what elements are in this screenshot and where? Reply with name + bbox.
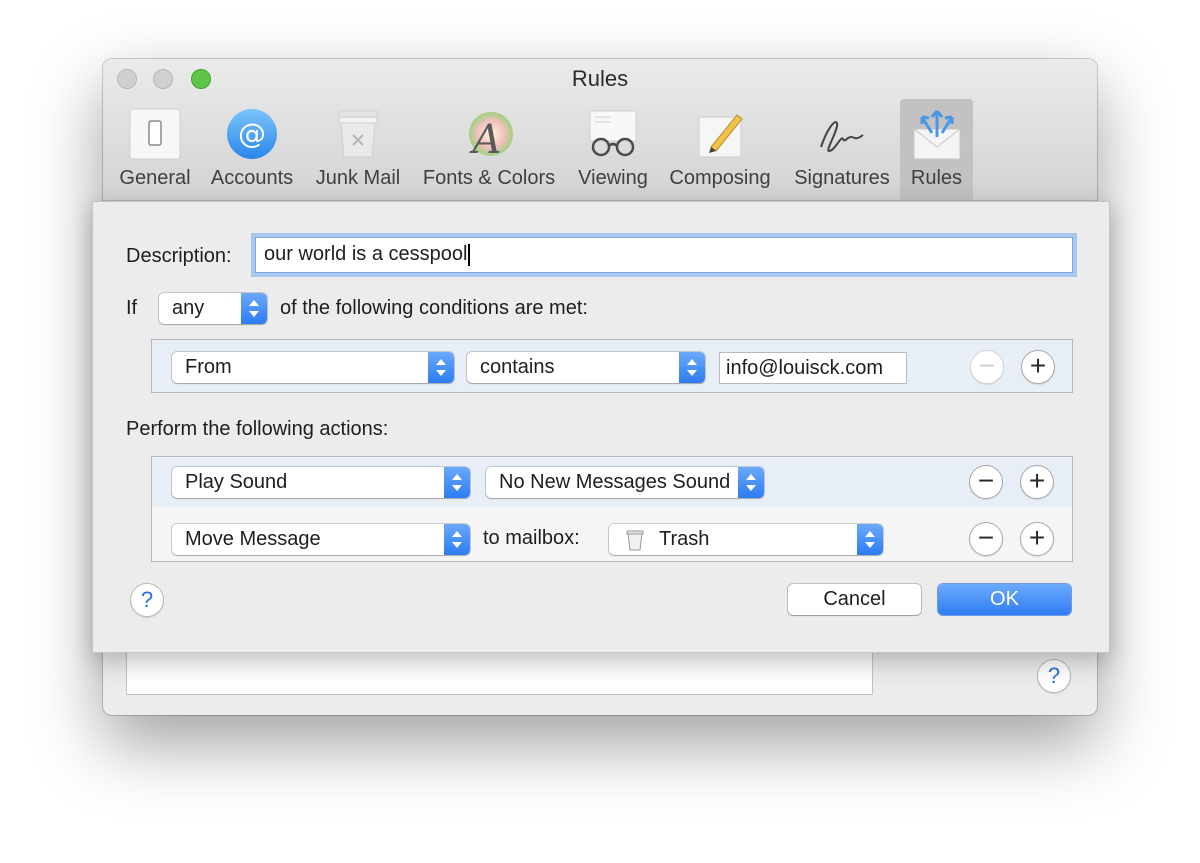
condition-field-popup[interactable]: From — [172, 352, 454, 383]
toolbar-label: Junk Mail — [315, 167, 401, 189]
chevron-up-down-icon — [679, 352, 705, 383]
toolbar-label: Fonts & Colors — [422, 167, 556, 189]
chevron-up-down-icon — [857, 524, 883, 555]
sheet-help-button[interactable]: ? — [130, 583, 164, 617]
description-value: our world is a cesspool — [264, 243, 468, 265]
description-label: Description: — [126, 245, 232, 267]
if-label: If — [126, 297, 138, 319]
fonts-colors-icon: A — [469, 112, 513, 161]
toolbar-general[interactable]: General — [116, 99, 194, 200]
sound-popup[interactable]: No New Messages Sound — [486, 467, 764, 498]
toolbar-label: Rules — [910, 167, 963, 189]
window-title: Rules — [571, 66, 629, 91]
svg-text:@: @ — [238, 117, 266, 150]
toolbar-viewing[interactable]: Viewing — [572, 99, 654, 200]
add-action-button-1[interactable]: + — [1020, 465, 1054, 499]
pencil-paper-icon — [698, 114, 743, 158]
remove-condition-button[interactable]: − — [970, 350, 1004, 384]
chevron-up-down-icon — [738, 467, 764, 498]
to-mailbox-label: to mailbox: — [483, 527, 580, 549]
toolbar-fonts-colors[interactable]: A Fonts & Colors — [416, 99, 562, 200]
toolbar-label: Composing — [669, 167, 771, 189]
mailbox-popup[interactable]: Trash — [609, 524, 883, 555]
general-switch-icon — [129, 108, 181, 160]
at-sign-icon: @ — [227, 109, 277, 159]
conditions-box: From contains info@louisck.com − + — [151, 339, 1073, 393]
match-value: any — [172, 297, 205, 319]
condition-field-value: From — [185, 356, 232, 378]
chevron-up-down-icon — [444, 467, 470, 498]
text-cursor — [468, 243, 471, 266]
toolbar-rules[interactable]: Rules — [900, 99, 973, 200]
toolbar-label: Viewing — [578, 167, 648, 189]
rule-editor-sheet: Description: our world is a cesspool If … — [92, 201, 1110, 653]
junk-mail-icon — [338, 110, 378, 158]
chevron-up-down-icon — [428, 352, 454, 383]
trash-icon — [626, 530, 644, 551]
remove-action-button-1[interactable]: − — [969, 465, 1003, 499]
condition-operator-popup[interactable]: contains — [467, 352, 705, 383]
action-type-value: Play Sound — [185, 471, 288, 493]
toolbar-label: Accounts — [210, 167, 294, 189]
sound-value: No New Messages Sound — [499, 471, 731, 493]
window-help-button[interactable]: ? — [1037, 659, 1071, 693]
toolbar-label: General — [119, 167, 191, 189]
chevron-up-down-icon — [444, 524, 470, 555]
chevron-up-down-icon — [241, 293, 267, 324]
toolbar-composing[interactable]: Composing — [664, 99, 776, 200]
mailbox-value: Trash — [659, 528, 710, 550]
toolbar-label: Signatures — [794, 167, 890, 189]
toolbar-signatures[interactable]: Signatures — [786, 99, 898, 200]
action-type-popup-1[interactable]: Play Sound — [172, 467, 470, 498]
condition-value-field[interactable]: info@louisck.com — [719, 352, 907, 384]
action-type-value: Move Message — [185, 528, 321, 550]
actions-label: Perform the following actions: — [126, 418, 389, 440]
svg-text:A: A — [469, 117, 502, 161]
ok-button[interactable]: OK — [938, 584, 1071, 615]
rules-envelope-icon — [913, 110, 960, 160]
signature-icon — [820, 121, 864, 153]
actions-box: Play Sound No New Messages Sound − + Mov… — [151, 456, 1073, 562]
toolbar-accounts[interactable]: @ Accounts — [204, 99, 300, 200]
conditions-suffix: of the following conditions are met: — [280, 297, 588, 319]
remove-action-button-2[interactable]: − — [969, 522, 1003, 556]
window-titlebar: Rules General @ Accounts Junk Mail A Fon… — [103, 59, 1097, 201]
action-type-popup-2[interactable]: Move Message — [172, 524, 470, 555]
cancel-button[interactable]: Cancel — [788, 584, 921, 615]
match-popup[interactable]: any — [159, 293, 267, 324]
glasses-icon — [589, 110, 637, 157]
toolbar-junk-mail[interactable]: Junk Mail — [310, 99, 406, 200]
add-condition-button[interactable]: + — [1021, 350, 1055, 384]
description-field[interactable]: our world is a cesspool — [255, 237, 1073, 273]
add-action-button-2[interactable]: + — [1020, 522, 1054, 556]
condition-operator-value: contains — [480, 356, 555, 378]
